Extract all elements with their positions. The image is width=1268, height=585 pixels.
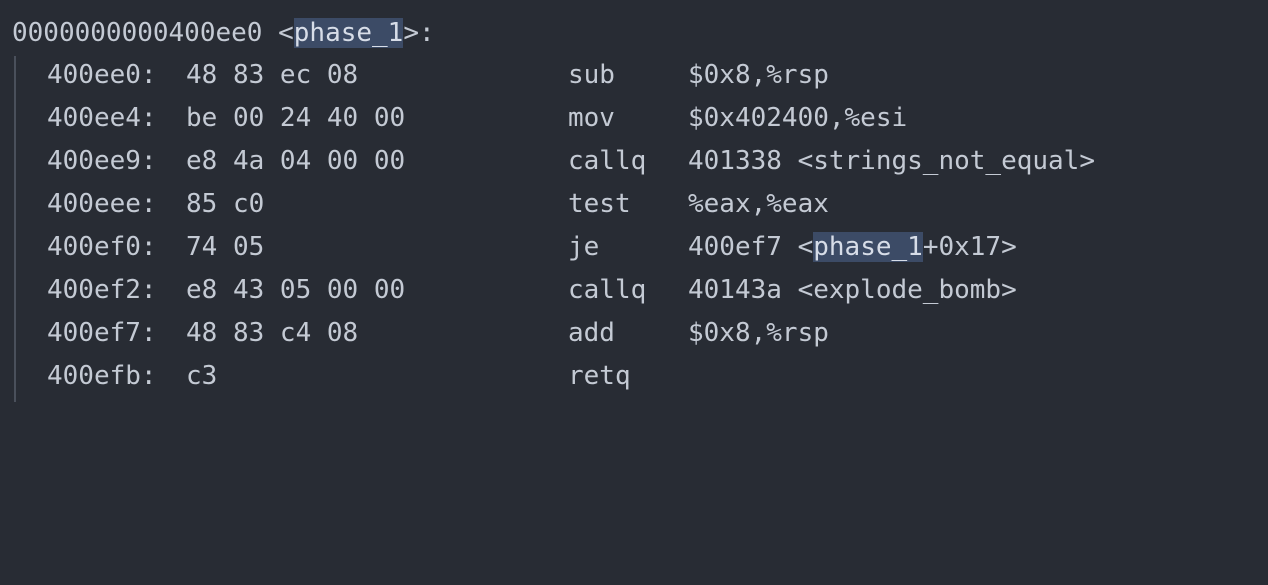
instruction-address: 400ef0: bbox=[47, 232, 157, 262]
instruction-bytes: be 00 24 40 00 bbox=[186, 103, 406, 133]
instruction-operands: $0x8,%rsp bbox=[688, 60, 829, 90]
jump-target-address: 400ef7 < bbox=[688, 232, 814, 262]
symbol-phase-1-highlight[interactable]: phase_1 bbox=[813, 232, 923, 262]
instruction-mnemonic: retq bbox=[568, 361, 631, 391]
instruction-bytes: 48 83 c4 08 bbox=[186, 318, 359, 348]
instruction-bytes: e8 43 05 00 00 bbox=[186, 275, 406, 305]
instruction-mnemonic: callq bbox=[568, 146, 647, 176]
instruction-address: 400ef7: bbox=[47, 318, 157, 348]
instruction-address: 400efb: bbox=[47, 361, 157, 391]
instruction-operands: 400ef7 <phase_1+0x17> bbox=[688, 228, 1017, 266]
function-name-open: < bbox=[262, 18, 294, 48]
instruction-line[interactable]: 400ee9: e8 4a 04 00 00 callq 401338 <str… bbox=[0, 142, 1095, 180]
function-address: 0000000000400ee0 bbox=[12, 18, 263, 48]
function-name-close: >: bbox=[403, 18, 435, 48]
function-name-highlight[interactable]: phase_1 bbox=[293, 18, 404, 48]
instruction-mnemonic: mov bbox=[568, 103, 615, 133]
instruction-bytes: c3 bbox=[186, 361, 218, 391]
instruction-line[interactable]: 400ee0: 48 83 ec 08 sub $0x8,%rsp bbox=[0, 56, 829, 94]
instruction-mnemonic: test bbox=[568, 189, 631, 219]
instruction-line[interactable]: 400ee4: be 00 24 40 00 mov $0x402400,%es… bbox=[0, 99, 907, 137]
instruction-line[interactable]: 400efb: c3 retq bbox=[0, 357, 631, 395]
disassembly-editor[interactable]: 0000000000400ee0 <phase_1>: 400ee0: 48 8… bbox=[0, 0, 1268, 402]
instruction-bytes: 85 c0 bbox=[186, 189, 265, 219]
instruction-line[interactable]: 400ef2: e8 43 05 00 00 callq 40143a <exp… bbox=[0, 271, 1017, 309]
instruction-operands: 401338 <strings_not_equal> bbox=[688, 146, 1095, 176]
function-header: 0000000000400ee0 <phase_1>: bbox=[12, 14, 435, 52]
instruction-line[interactable]: 400ef0: 74 05 je 400ef7 <phase_1+0x17> bbox=[0, 228, 1017, 266]
instruction-address: 400ef2: bbox=[47, 275, 157, 305]
instruction-operands: 40143a <explode_bomb> bbox=[688, 275, 1017, 305]
instruction-bytes: e8 4a 04 00 00 bbox=[186, 146, 406, 176]
instruction-operands: $0x402400,%esi bbox=[688, 103, 908, 133]
instruction-line[interactable]: 400ef7: 48 83 c4 08 add $0x8,%rsp bbox=[0, 314, 829, 352]
instruction-mnemonic: add bbox=[568, 318, 615, 348]
instruction-address: 400ee0: bbox=[47, 60, 157, 90]
instruction-mnemonic: je bbox=[568, 232, 600, 262]
instruction-bytes: 74 05 bbox=[186, 232, 265, 262]
instruction-address: 400ee4: bbox=[47, 103, 157, 133]
instruction-address: 400eee: bbox=[47, 189, 157, 219]
instruction-operands: %eax,%eax bbox=[688, 189, 829, 219]
instruction-bytes: 48 83 ec 08 bbox=[186, 60, 359, 90]
jump-target-offset: +0x17> bbox=[922, 232, 1017, 262]
instruction-mnemonic: sub bbox=[568, 60, 615, 90]
instruction-mnemonic: callq bbox=[568, 275, 647, 305]
instruction-operands: $0x8,%rsp bbox=[688, 318, 829, 348]
instruction-address: 400ee9: bbox=[47, 146, 157, 176]
instruction-line[interactable]: 400eee: 85 c0 test %eax,%eax bbox=[0, 185, 829, 223]
